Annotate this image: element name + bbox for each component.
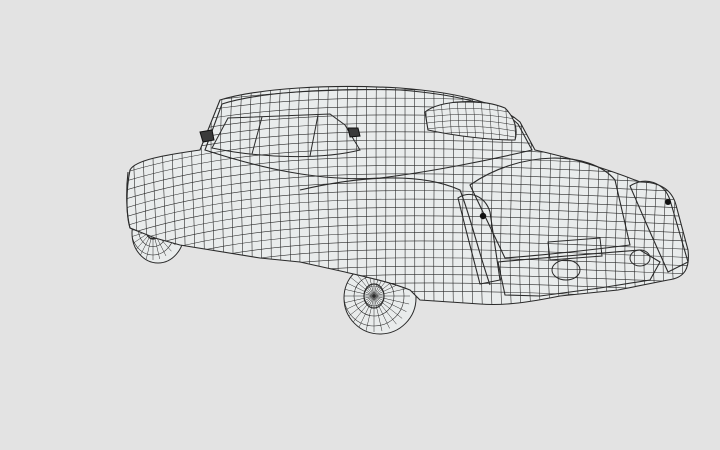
side-mirror <box>347 127 361 138</box>
car-wireframe-render[interactable] <box>0 0 720 450</box>
mesh-edge <box>423 86 425 305</box>
right-tail-light <box>665 199 671 205</box>
3d-viewport[interactable] <box>0 0 720 450</box>
side-mirror <box>199 129 215 143</box>
left-tail-light <box>479 212 487 220</box>
